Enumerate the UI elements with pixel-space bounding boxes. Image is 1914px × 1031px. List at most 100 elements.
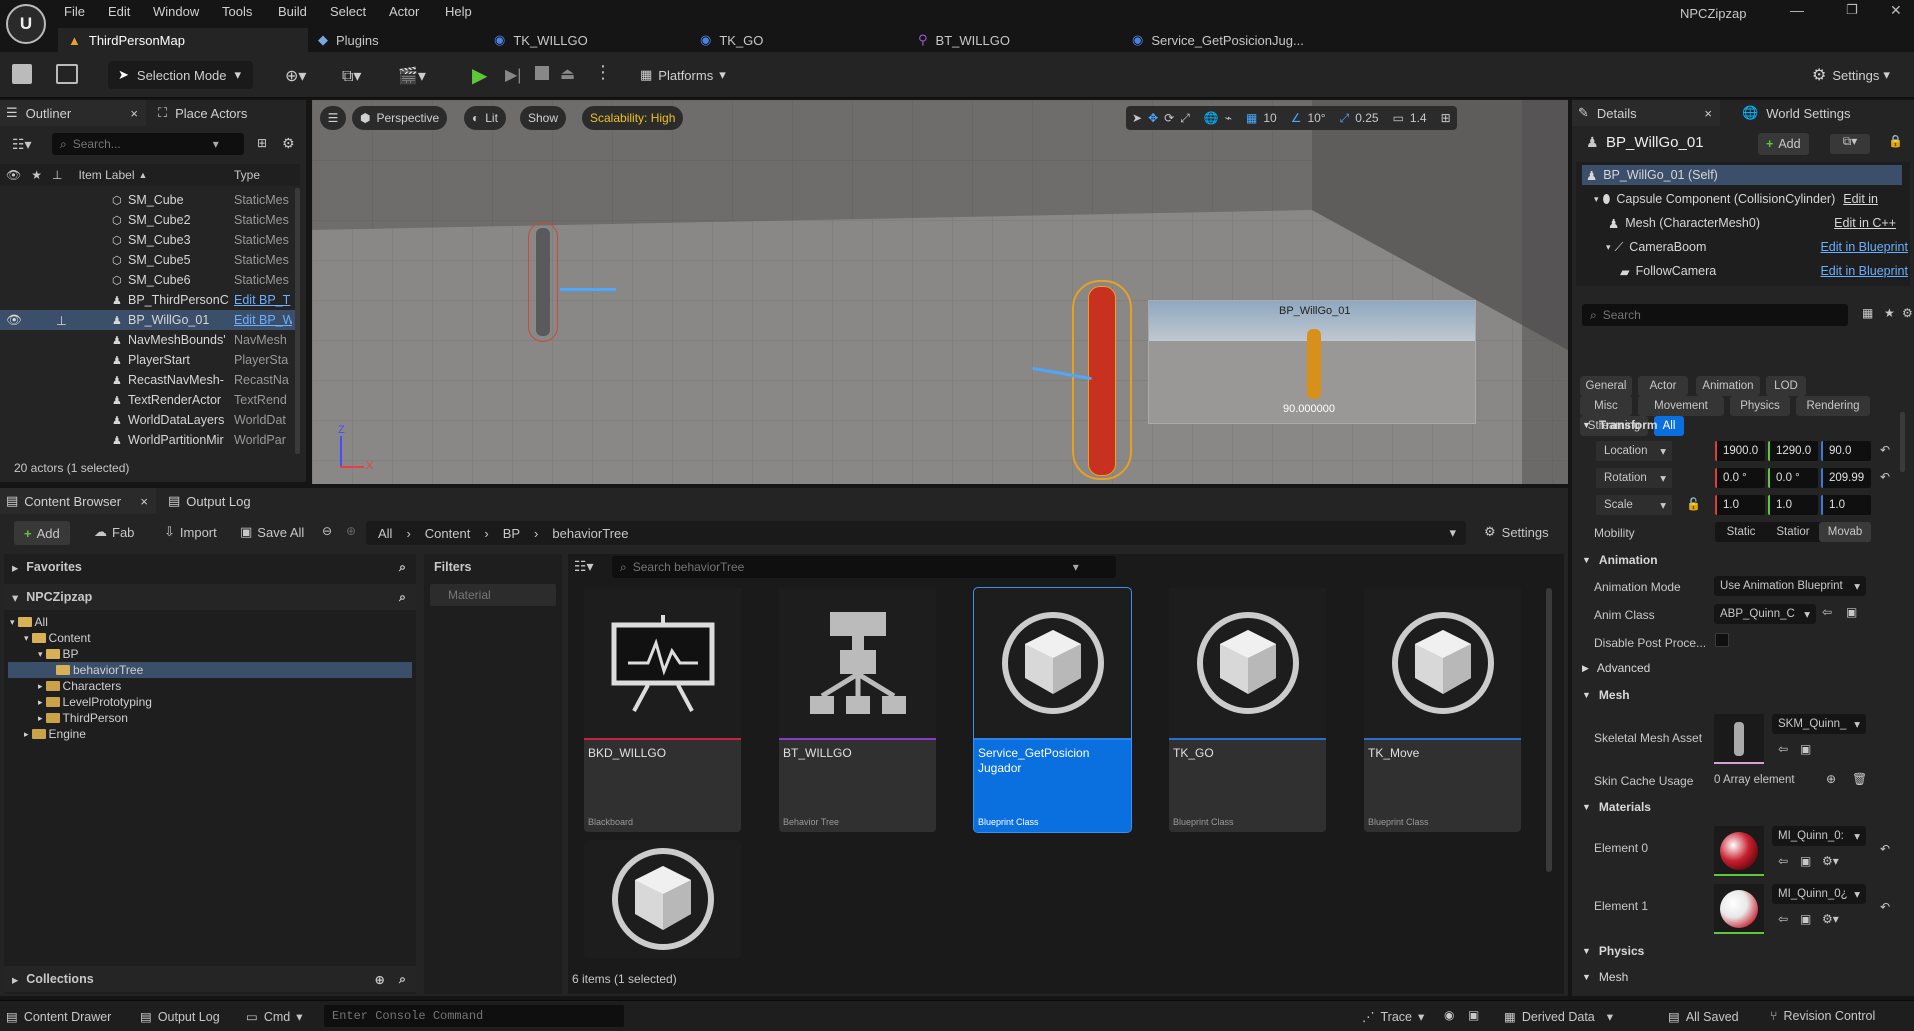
cinematics-icon[interactable]: 🎬▾ <box>398 66 426 86</box>
scalability-warning[interactable]: Scalability: High <box>582 106 684 130</box>
material0-thumbnail[interactable] <box>1714 826 1764 876</box>
tree-engine[interactable]: ▸ Engine <box>24 726 86 742</box>
edit-link[interactable]: Edit in Blueprint <box>1820 240 1908 254</box>
reset-icon[interactable]: ↶ <box>1880 470 1890 484</box>
tree-characters[interactable]: ▸ Characters <box>38 678 121 694</box>
edit-link[interactable]: Edit in <box>1843 192 1878 206</box>
outliner-row[interactable]: ♟ PlayerStart PlayerSta <box>0 350 300 370</box>
record-icon[interactable]: ◉ <box>1444 1008 1454 1022</box>
star-icon[interactable]: ★ <box>1884 306 1895 320</box>
output-log-button[interactable]: ▤ Output Log <box>140 1009 220 1025</box>
material-options-icon[interactable]: ⚙▾ <box>1822 912 1839 926</box>
tab-plugins[interactable]: ◆ Plugins <box>308 28 478 52</box>
rotation-snap-icon[interactable]: ∠ <box>1291 111 1302 125</box>
tab-details[interactable]: ✎ Details × <box>1572 100 1720 126</box>
category-physics[interactable]: Physics <box>1730 396 1790 416</box>
add-component-button[interactable]: + Add <box>1758 133 1809 155</box>
use-selected-icon[interactable]: ⇦ <box>1778 854 1788 868</box>
outliner-row[interactable]: ♟ RecastNavMesh- RecastNa <box>0 370 300 390</box>
outliner-row[interactable]: ⬡ SM_Cube StaticMes <box>0 190 300 210</box>
tree-levelprototyping[interactable]: ▸ LevelPrototyping <box>38 694 152 710</box>
world-space-icon[interactable]: 🌐 <box>1204 111 1219 125</box>
use-selected-icon[interactable]: ⇦ <box>1778 912 1788 926</box>
breadcrumb-behaviortree[interactable]: behaviorTree <box>552 526 628 541</box>
rotation-z[interactable]: 209.99 <box>1821 468 1871 488</box>
close-tab-icon[interactable]: × <box>1704 106 1712 121</box>
tab-bt-willgo[interactable]: ⚲ BT_WILLGO <box>908 28 1118 52</box>
close-tab-icon[interactable]: × <box>140 494 148 509</box>
close-window-icon[interactable]: ✕ <box>1890 2 1902 19</box>
project-section[interactable]: ▾ NPCZipzap ⌕ <box>4 584 416 610</box>
outliner-row[interactable]: ⬡ SM_Cube2 StaticMes <box>0 210 300 230</box>
layout-icon[interactable]: ⊞ <box>1441 111 1451 125</box>
back-icon[interactable]: ⊖ <box>322 524 332 538</box>
scale-tool-icon[interactable]: ⤢ <box>1180 111 1190 126</box>
outliner-row[interactable]: ⬡ SM_Cube6 StaticMes <box>0 270 300 290</box>
disable-post-process-checkbox[interactable] <box>1715 633 1729 647</box>
selection-mode-button[interactable]: ➤ Selection Mode ▾ <box>108 61 253 89</box>
component-followcamera[interactable]: ▰ FollowCamera Edit in Blueprint <box>1620 261 1908 281</box>
translate-tool-icon[interactable]: ✥ <box>1148 111 1158 125</box>
category-lod[interactable]: LOD <box>1766 376 1806 396</box>
filter-icon[interactable]: ☷▾ <box>574 558 594 575</box>
section-animation[interactable]: ▼ Animation <box>1576 549 1906 571</box>
outliner-row[interactable]: ⬡ SM_Cube5 StaticMes <box>0 250 300 270</box>
grid-snap-icon[interactable]: ▦ <box>1246 111 1257 125</box>
outliner-row[interactable]: ♟ TextRenderActor TextRend <box>0 390 300 410</box>
fab-button[interactable]: ☁ Fab <box>94 524 134 540</box>
asset-tile[interactable]: TK_Move Blueprint Class <box>1364 588 1521 832</box>
asset-tile-selected[interactable]: Service_GetPosicion Jugador Blueprint Cl… <box>973 587 1132 833</box>
trace-button[interactable]: ⋰ Trace ▾ <box>1362 1009 1424 1025</box>
location-dropdown[interactable]: Location ▾ <box>1596 441 1672 461</box>
section-transform[interactable]: ▼ Transform <box>1576 414 1906 436</box>
outliner-search[interactable]: ⌕ ▾ <box>52 133 244 155</box>
visibility-icon[interactable]: 👁 <box>6 313 22 328</box>
revision-control-button[interactable]: ⑂ Revision Control <box>1770 1009 1875 1023</box>
outliner-row[interactable]: ♟ WorldPartitionMir WorldPar <box>0 430 300 450</box>
rotation-y[interactable]: 0.0 ° <box>1768 468 1818 488</box>
grid-snap-value[interactable]: 10 <box>1263 111 1276 125</box>
location-y[interactable]: 1290.0 <box>1768 441 1818 461</box>
category-animation[interactable]: Animation <box>1696 376 1760 396</box>
add-folder-icon[interactable]: ⊞ <box>257 136 267 150</box>
show-button[interactable]: Show <box>520 106 567 130</box>
character-mannequin[interactable] <box>536 228 550 336</box>
tab-content-browser[interactable]: ▤ Content Browser × <box>0 488 156 514</box>
blueprints-icon[interactable]: ⧉▾ <box>342 66 361 86</box>
camera-speed-value[interactable]: 1.4 <box>1410 111 1427 125</box>
add-element-icon[interactable]: ⊕ <box>1826 772 1836 786</box>
scale-snap-icon[interactable]: ⤢ <box>1340 111 1350 126</box>
browse-icon[interactable]: ▣ <box>1800 912 1811 926</box>
tab-outliner[interactable]: ☰ Outliner × <box>0 100 146 126</box>
anim-class-dropdown[interactable]: ABP_Quinn_C ▾ <box>1714 604 1816 624</box>
filter-material[interactable]: Material <box>430 584 556 606</box>
tab-tk-willgo[interactable]: ◉ TK_WILLGO <box>484 28 684 52</box>
mobility-movable[interactable]: Movab <box>1819 522 1871 542</box>
screenshot-icon[interactable]: ▣ <box>1468 1008 1479 1022</box>
menu-tools[interactable]: Tools <box>222 4 252 19</box>
browse-icon[interactable]: ▣ <box>1800 742 1811 756</box>
reset-icon[interactable]: ↶ <box>1880 842 1890 856</box>
viewport-menu-button[interactable]: ☰ <box>320 106 346 130</box>
perspective-button[interactable]: ⬢ Perspective <box>352 106 448 130</box>
tree-content[interactable]: ▾ Content <box>24 630 91 646</box>
search-icon[interactable]: ⌕ <box>399 972 406 987</box>
outliner-scrollbar[interactable] <box>295 188 300 454</box>
category-actor[interactable]: Actor <box>1638 376 1688 396</box>
restore-icon[interactable]: ❐ <box>1846 2 1858 18</box>
asset-search[interactable]: ⌕ ▾ <box>612 556 1116 578</box>
asset-tile[interactable]: BT_WILLGO Behavior Tree <box>779 588 936 832</box>
location-x[interactable]: 1900.0 <box>1715 441 1765 461</box>
stop-icon[interactable] <box>535 66 549 80</box>
section-materials[interactable]: ▼ Materials <box>1576 796 1906 818</box>
rotation-dropdown[interactable]: Rotation ▾ <box>1596 468 1672 488</box>
camera-preview[interactable]: BP_WillGo_01 90.000000 <box>1148 300 1476 424</box>
selected-character-mannequin[interactable] <box>1088 286 1116 476</box>
step-icon[interactable]: ▶| <box>505 65 521 85</box>
collections-section[interactable]: ▸ Collections ⊕ ⌕ <box>4 966 416 992</box>
tree-behaviortree[interactable]: behaviorTree <box>8 662 412 678</box>
add-button[interactable]: + Add <box>14 521 70 545</box>
cb-settings-button[interactable]: ⚙ Settings <box>1484 524 1549 540</box>
tree-bp[interactable]: ▾ BP <box>38 646 79 662</box>
outliner-row[interactable]: 👁 ⊥ ♟ BP_WillGo_01 Edit BP_W <box>0 310 300 330</box>
